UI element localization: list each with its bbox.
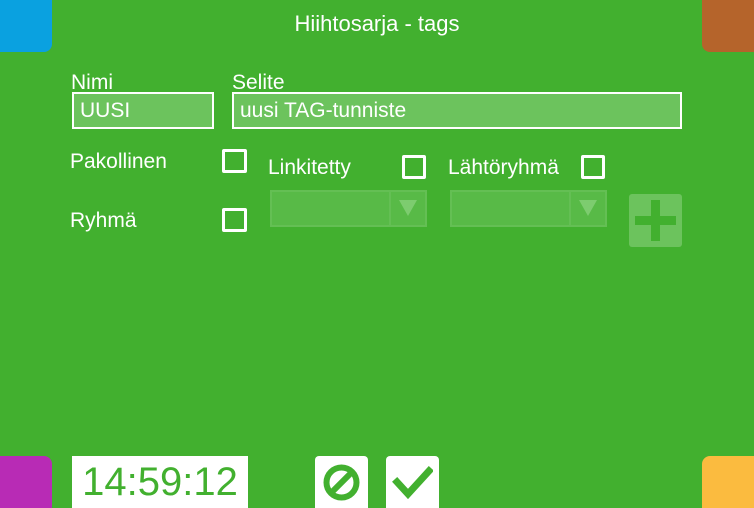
add-button[interactable] [629,194,682,247]
group-checkbox[interactable] [222,208,247,232]
mandatory-label: Pakollinen [70,150,167,173]
confirm-button[interactable] [386,456,439,508]
description-input[interactable] [232,92,682,129]
page-title: Hiihtosarja - tags [294,11,460,36]
start-group-label: Lähtöryhmä [448,156,559,179]
cancel-button[interactable] [315,456,368,508]
linked-label: Linkitetty [268,156,351,179]
linked-dropdown[interactable] [270,190,427,227]
checkmark-icon [392,466,433,500]
corner-button-bottom-right[interactable] [702,456,754,508]
dropdown-arrow [569,192,605,225]
linked-checkbox[interactable] [402,155,426,179]
start-group-checkbox[interactable] [581,155,605,179]
mandatory-checkbox[interactable] [222,149,247,173]
triangle-down-icon [399,200,417,216]
clock-display: 14:59:12 [72,456,248,508]
name-label: Nimi [71,71,113,94]
start-group-dropdown[interactable] [450,190,607,227]
group-label: Ryhmä [70,209,137,232]
name-input[interactable] [72,92,214,129]
corner-button-bottom-left[interactable] [0,456,52,508]
description-label: Selite [232,71,285,94]
cancel-icon [323,464,360,501]
triangle-down-icon [579,200,597,216]
plus-icon [635,200,676,241]
dropdown-arrow [389,192,425,225]
